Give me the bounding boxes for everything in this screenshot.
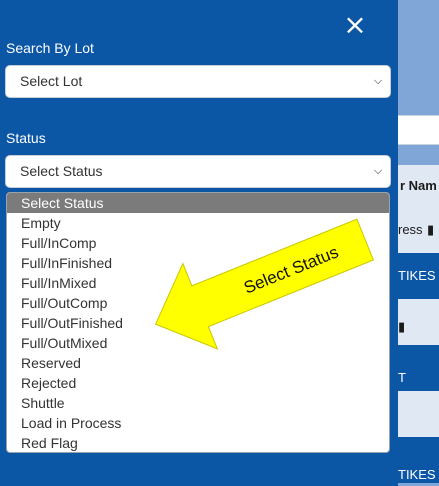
status-select-value: Select Status xyxy=(20,163,103,179)
close-icon[interactable]: × xyxy=(342,11,368,39)
dropdown-option[interactable]: Select Status xyxy=(7,193,389,213)
background-search-input[interactable] xyxy=(398,115,439,145)
lot-select-value: Select Lot xyxy=(20,73,83,89)
dropdown-option[interactable]: Rejected xyxy=(7,373,389,393)
table-cell: T xyxy=(398,370,406,385)
table-row[interactable]: TIKES xyxy=(398,253,439,299)
dropdown-option[interactable]: Full/InFinished xyxy=(7,253,389,273)
background-header-text: r Nam xyxy=(400,178,437,193)
dropdown-option[interactable]: Empty xyxy=(7,213,389,233)
dropdown-option[interactable]: Full/OutComp xyxy=(7,293,389,313)
table-row[interactable] xyxy=(398,391,439,437)
dropdown-option[interactable]: Full/OutMixed xyxy=(7,333,389,353)
dropdown-option[interactable]: Reserved xyxy=(7,353,389,373)
dropdown-option[interactable]: Shuttle xyxy=(7,393,389,413)
dropdown-option[interactable]: Load in Process xyxy=(7,413,389,433)
chevron-down-icon: ⌵ xyxy=(373,165,383,177)
status-select[interactable]: Select Status ⌵ xyxy=(5,155,391,188)
background-table: r Nam ress ▮ TIKES ▮ T TIKES xyxy=(398,0,439,486)
table-cell: ress xyxy=(398,222,423,237)
table-cell: TIKES xyxy=(398,268,436,283)
chevron-down-icon: ⌵ xyxy=(373,75,383,87)
table-row[interactable]: T xyxy=(398,345,439,391)
table-row[interactable]: ress ▮ xyxy=(398,207,439,253)
table-row[interactable]: TIKES xyxy=(398,437,439,483)
dropdown-option[interactable]: Full/OutFinished xyxy=(7,313,389,333)
lot-label: Search By Lot xyxy=(6,40,94,56)
dropdown-option[interactable]: Full/InComp xyxy=(7,233,389,253)
table-row[interactable]: ▮ xyxy=(398,299,439,345)
dropdown-option[interactable]: Full/InMixed xyxy=(7,273,389,293)
status-dropdown-list: Select Status Empty Full/InComp Full/InF… xyxy=(6,192,390,453)
table-cell: TIKES xyxy=(398,467,436,482)
background-table-header: r Nam xyxy=(398,165,439,207)
clipboard-icon[interactable]: ▮ xyxy=(427,222,434,238)
dropdown-option[interactable]: Red Flag xyxy=(7,433,389,452)
search-panel: × Search By Lot Select Lot ⌵ Status Sele… xyxy=(0,0,398,486)
clipboard-icon[interactable]: ▮ xyxy=(398,319,405,335)
status-label: Status xyxy=(6,130,46,146)
lot-select[interactable]: Select Lot ⌵ xyxy=(5,65,391,98)
